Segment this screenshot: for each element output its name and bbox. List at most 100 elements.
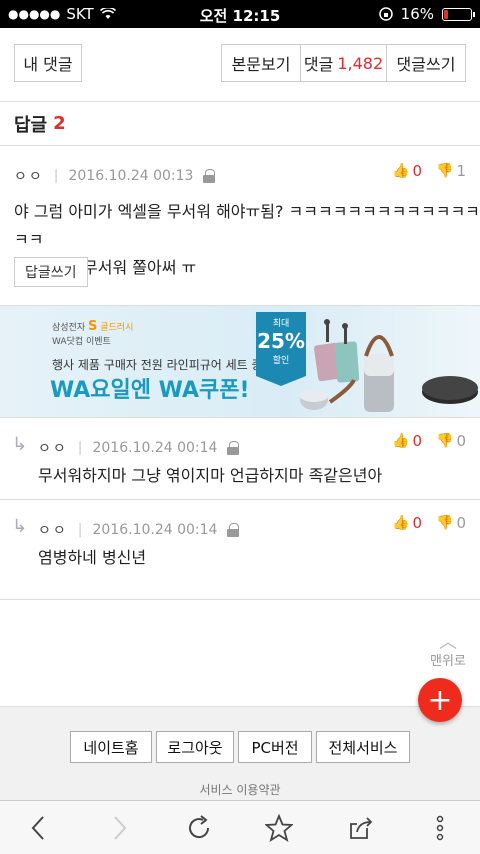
battery-icon — [442, 7, 475, 21]
write-comment-label: 댓글쓰기 — [396, 55, 456, 74]
write-comment-button[interactable]: 댓글쓰기 — [386, 44, 466, 82]
thumb-down-icon: 👎 — [436, 163, 454, 179]
pc-version-label: PC버전 — [251, 738, 299, 757]
lock-icon — [227, 523, 240, 537]
terms-link[interactable]: 서비스 이용약관 — [0, 781, 480, 798]
battery-percent: 16% — [400, 5, 434, 23]
comment-author: ㅇㅇ — [38, 441, 68, 457]
comment-text-line: 야 그럼 아미가 엑셀을 무서워 해야ㅠ됨? ㅋㅋㅋㅋㅋㅋㅋㅋㅋㅋㅋㅋㅋㅋㅋ — [14, 202, 480, 249]
share-icon[interactable] — [343, 811, 379, 845]
back-to-top-label: 맨위로 — [430, 654, 466, 669]
nate-home-label: 네이트홈 — [83, 738, 139, 757]
forward-icon[interactable] — [102, 811, 138, 845]
divider: | — [77, 440, 83, 456]
reply-arrow-icon: ↳ — [12, 516, 28, 537]
reply-button[interactable]: 답글쓰기 — [14, 257, 88, 287]
reply-arrow-icon: ↳ — [12, 434, 28, 455]
ad-product-image — [300, 319, 478, 412]
comment-author: ㅇㅇ — [38, 523, 68, 539]
thumb-down-icon: 👎 — [436, 515, 454, 531]
reply-header: 답글 2 — [0, 102, 480, 146]
comment-date: 2016.10.24 00:13 — [68, 168, 194, 184]
ad-brand-name: 삼성전자 — [52, 323, 86, 333]
ad-brand: 삼성전자 S 골드러시 — [52, 319, 133, 334]
comment-author: ㅇㅇ — [14, 169, 44, 185]
back-to-top-button[interactable]: ︿ 맨위로 — [425, 632, 471, 670]
lock-icon — [227, 441, 240, 455]
orientation-lock-icon — [378, 7, 393, 21]
vote-group: 👍 0 👎 0 — [392, 432, 466, 450]
lock-icon — [203, 169, 216, 183]
reply-item: ↳ ㅇㅇ | 2016.10.24 00:14 👍 0 👎 0 염병하네 병신년 — [0, 500, 480, 600]
chevron-up-icon: ︿ — [439, 632, 457, 653]
status-right: 16% — [378, 5, 475, 23]
comment-date: 2016.10.24 00:14 — [92, 522, 218, 538]
battery-fill — [444, 9, 449, 19]
status-bar: ●●●●● SKT 오전 12:15 16% — [0, 0, 480, 28]
upvote-button[interactable]: 👍 0 — [392, 432, 422, 450]
more-icon[interactable] — [422, 811, 458, 845]
comment-meta: ㅇㅇ | 2016.10.24 00:13 — [14, 166, 216, 186]
reload-icon[interactable] — [181, 811, 217, 845]
comments-button[interactable]: 댓글 1,482 — [300, 44, 387, 82]
all-services-button[interactable]: 전체서비스 — [316, 731, 410, 763]
ad-headline: WA요일엔 WA쿠폰! — [50, 378, 250, 403]
downvote-button[interactable]: 👎 1 — [436, 162, 466, 180]
thumb-up-icon: 👍 — [392, 515, 410, 531]
footer: 네이트홈 로그아웃 PC버전 전체서비스 서비스 이용약관 — [0, 706, 480, 800]
reply-count: 2 — [53, 113, 66, 134]
my-comments-button[interactable]: 내 댓글 — [14, 44, 82, 82]
logout-label: 로그아웃 — [167, 738, 223, 757]
upvote-button[interactable]: 👍 0 — [392, 514, 422, 532]
reply-item: ↳ ㅇㅇ | 2016.10.24 00:14 👍 0 👎 0 무서워하지마 그냥 … — [0, 418, 480, 500]
badge-small: 최대 — [272, 319, 290, 329]
nate-home-button[interactable]: 네이트홈 — [70, 731, 152, 763]
comment-toolbar: 내 댓글 본문보기 댓글 1,482 댓글쓰기 — [0, 28, 480, 102]
divider: | — [77, 522, 83, 538]
comment-text: 무서워하지마 그냥 엮이지마 언급하지마 족같은년아 — [38, 466, 383, 485]
divider: | — [53, 168, 59, 184]
logout-button[interactable]: 로그아웃 — [156, 731, 234, 763]
reply-header-label: 답글 — [14, 114, 48, 136]
upvote-count: 0 — [412, 162, 423, 180]
comments-count: 1,482 — [337, 53, 384, 73]
ad-brand-mark: S — [88, 319, 98, 334]
vote-group: 👍 0 👎 1 — [392, 162, 466, 180]
upvote-count: 0 — [412, 514, 423, 532]
back-icon[interactable] — [20, 811, 56, 845]
comment-text: 염병하네 병신년 — [38, 548, 147, 567]
comment-date: 2016.10.24 00:14 — [92, 440, 218, 456]
downvote-button[interactable]: 👎 0 — [436, 514, 466, 532]
downvote-button[interactable]: 👎 0 — [436, 432, 466, 450]
downvote-count: 1 — [456, 162, 466, 180]
thumb-up-icon: 👍 — [392, 433, 410, 449]
ad-sub: WA닷컵 이벤트 — [52, 337, 111, 347]
downvote-count: 0 — [456, 432, 466, 450]
plus-icon: + — [427, 682, 453, 718]
comment-item: ㅇㅇ | 2016.10.24 00:13 👍 0 👎 1 야 그럼 아미가 엑셀을… — [0, 146, 480, 306]
my-comments-label: 내 댓글 — [23, 55, 73, 74]
browser-toolbar — [0, 800, 480, 854]
comment-meta: ㅇㅇ | 2016.10.24 00:14 — [38, 520, 240, 540]
comment-meta: ㅇㅇ | 2016.10.24 00:14 — [38, 438, 240, 458]
add-button[interactable]: + — [418, 678, 462, 722]
star-icon[interactable] — [261, 811, 297, 845]
badge-big: 25% — [257, 329, 305, 353]
vote-group: 👍 0 👎 0 — [392, 514, 466, 532]
pc-version-button[interactable]: PC버전 — [238, 731, 312, 763]
downvote-count: 0 — [456, 514, 466, 532]
ad-banner[interactable]: 삼성전자 S 골드러시 WA닷컵 이벤트 행사 제품 구매자 전원 라인피규어 … — [0, 306, 480, 418]
all-services-label: 전체서비스 — [328, 738, 398, 757]
ad-brand-program: 골드러시 — [100, 323, 134, 333]
upvote-button[interactable]: 👍 0 — [392, 162, 422, 180]
ad-desc: 행사 제품 구매자 전원 라인피규어 세트 증정 — [52, 358, 274, 372]
thumb-down-icon: 👎 — [436, 433, 454, 449]
badge-unit: 할인 — [272, 356, 290, 366]
comments-label: 댓글 — [303, 55, 334, 74]
upvote-count: 0 — [412, 432, 423, 450]
view-article-button[interactable]: 본문보기 — [221, 44, 301, 82]
thumb-up-icon: 👍 — [392, 163, 410, 179]
ad-discount-badge: 최대 25% 할인 — [256, 312, 306, 386]
view-article-label: 본문보기 — [231, 55, 291, 74]
reply-button-label: 답글쓰기 — [25, 265, 77, 281]
